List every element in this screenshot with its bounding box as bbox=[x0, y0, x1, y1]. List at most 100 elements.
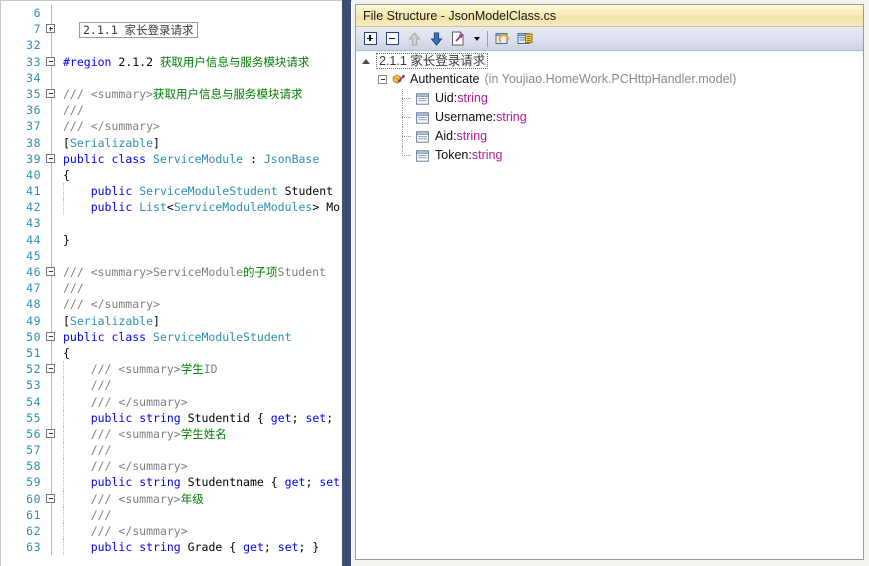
code-line[interactable]: 50 public class ServiceModuleStudent bbox=[1, 328, 352, 345]
minus-square-icon bbox=[385, 32, 399, 45]
code-line[interactable]: 51 { bbox=[1, 344, 352, 362]
code-text: /// <summary>年级 bbox=[90, 491, 204, 506]
tree-member-node[interactable]: Username: string bbox=[356, 108, 863, 127]
collapse-region-toggle[interactable] bbox=[46, 331, 55, 341]
glyph-margin-line bbox=[51, 215, 52, 232]
code-line[interactable]: 53 /// bbox=[1, 377, 352, 394]
glyph-margin-line bbox=[51, 393, 52, 410]
collapse-all-button[interactable] bbox=[382, 29, 402, 49]
tree-member-node[interactable]: Aid: string bbox=[356, 127, 863, 146]
tree-member-node[interactable]: Token: string bbox=[356, 146, 863, 165]
collapse-region-toggle[interactable] bbox=[46, 153, 55, 163]
code-line[interactable]: 48 /// </summary> bbox=[1, 296, 352, 313]
collapse-region-toggle[interactable] bbox=[46, 428, 55, 438]
code-line[interactable]: 58 /// </summary> bbox=[1, 458, 352, 475]
code-line[interactable]: 44} bbox=[1, 231, 352, 248]
properties-button[interactable] bbox=[515, 29, 535, 49]
code-text: public class ServiceModuleStudent bbox=[63, 329, 292, 344]
field-icon bbox=[416, 111, 429, 124]
code-editor-panel[interactable]: 6 7 2.1.1 家长登录请求 32 33 #region 2.1.2 获取用户信息与服… bbox=[0, 0, 352, 566]
code-line[interactable]: 43 bbox=[1, 215, 352, 232]
code-line[interactable]: 34 bbox=[1, 69, 352, 86]
code-line[interactable]: 32 bbox=[1, 37, 352, 54]
code-line[interactable]: 63 public string Grade { get; set; } bbox=[1, 539, 352, 556]
code-line[interactable]: 7 2.1.1 家长登录请求 bbox=[1, 21, 352, 39]
code-line[interactable]: 46 /// <summary>ServiceModule的子项Student bbox=[1, 264, 352, 281]
line-number: 46 bbox=[26, 265, 41, 279]
code-line[interactable]: 40 { bbox=[1, 166, 352, 184]
line-number: 44 bbox=[26, 232, 41, 247]
code-line[interactable]: 33 #region 2.1.2 获取用户信息与服务模块请求 bbox=[1, 53, 352, 70]
glyph-margin-line bbox=[51, 312, 52, 329]
code-line[interactable]: 57 /// bbox=[1, 442, 352, 459]
code-line[interactable]: 62 /// </summary> bbox=[1, 523, 352, 540]
move-up-button[interactable] bbox=[404, 29, 424, 49]
code-text: /// bbox=[63, 281, 91, 296]
code-line[interactable]: 45 bbox=[1, 247, 352, 264]
refresh-button[interactable] bbox=[493, 29, 513, 49]
code-text: /// bbox=[90, 443, 119, 458]
member-name: Username: bbox=[435, 110, 497, 124]
collapse-class-toggle[interactable] bbox=[378, 75, 387, 84]
code-line[interactable]: 61 /// bbox=[1, 506, 352, 523]
glyph-margin-line bbox=[51, 523, 52, 540]
editor-vertical-scrollbar[interactable] bbox=[342, 0, 351, 566]
glyph-margin-line bbox=[51, 458, 52, 475]
indent-guide bbox=[63, 199, 64, 216]
line-number: 51 bbox=[26, 345, 41, 360]
code-line[interactable]: 52 /// <summary>学生ID bbox=[1, 361, 352, 378]
collapse-region-toggle[interactable] bbox=[46, 493, 55, 503]
code-line[interactable]: 47 /// bbox=[1, 280, 352, 297]
chevron-up-icon[interactable] bbox=[362, 58, 370, 64]
code-line[interactable]: 49 [Serializable] bbox=[1, 312, 352, 329]
tree-member-node[interactable]: Uid: string bbox=[356, 89, 863, 108]
code-line[interactable]: 36 /// bbox=[1, 102, 352, 119]
toolbar-dropdown[interactable] bbox=[470, 29, 482, 49]
code-line[interactable]: 38 [Serializable] bbox=[1, 134, 352, 151]
tree-connector bbox=[402, 108, 416, 127]
tree-class-node[interactable]: Authenticate (in Youjiao.HomeWork.PCHttpH… bbox=[356, 70, 863, 89]
code-line[interactable]: 39 public class ServiceModule : JsonBase bbox=[1, 150, 352, 167]
code-line[interactable]: 55 public string Studentid { get; set; bbox=[1, 409, 352, 426]
move-down-button[interactable] bbox=[426, 29, 446, 49]
collapse-region-toggle[interactable] bbox=[46, 56, 55, 66]
expand-region-toggle[interactable] bbox=[46, 24, 55, 34]
tree-group-title: 2.1.1 家长登录请求 bbox=[376, 53, 489, 69]
chevron-down-icon bbox=[473, 36, 480, 41]
code-line[interactable]: 41 public ServiceModuleStudent Student bbox=[1, 183, 352, 200]
code-text: /// </summary> bbox=[90, 524, 188, 538]
glyph-margin-line bbox=[51, 506, 52, 523]
collapse-region-toggle[interactable] bbox=[46, 364, 55, 374]
page-arrow-icon bbox=[452, 31, 464, 46]
collapse-region-toggle[interactable] bbox=[46, 88, 55, 98]
line-number: 50 bbox=[26, 329, 41, 344]
file-structure-toolbar bbox=[356, 27, 863, 51]
expand-all-button[interactable] bbox=[360, 29, 380, 49]
collapse-region-toggle[interactable] bbox=[46, 267, 55, 276]
member-type: string bbox=[457, 91, 488, 105]
code-line[interactable]: 37 /// </summary> bbox=[1, 118, 352, 135]
tree-group-header[interactable]: 2.1.1 家长登录请求 bbox=[356, 52, 863, 70]
line-number: 57 bbox=[26, 443, 41, 458]
code-text: /// <summary>ServiceModule的子项Student bbox=[63, 265, 326, 279]
file-structure-title: File Structure - JsonModelClass.cs bbox=[356, 5, 863, 27]
member-name: Token: bbox=[435, 148, 472, 162]
open-file-button[interactable] bbox=[448, 29, 468, 49]
line-number: 38 bbox=[26, 135, 41, 150]
class-namespace: (in Youjiao.HomeWork.PCHttpHandler.model… bbox=[484, 72, 737, 86]
code-line[interactable]: 6 bbox=[1, 5, 352, 22]
code-text: [Serializable] bbox=[63, 135, 160, 150]
collapsed-region-label[interactable]: 2.1.1 家长登录请求 bbox=[79, 22, 198, 39]
code-line[interactable]: 56 /// <summary>学生姓名 bbox=[1, 425, 352, 443]
code-line[interactable]: 60 /// <summary>年级 bbox=[1, 490, 352, 507]
code-line[interactable]: 35 /// <summary>获取用户信息与服务模块请求 bbox=[1, 85, 352, 103]
file-structure-tree[interactable]: 2.1.1 家长登录请求 Authenticate (in Youjiao.Home… bbox=[356, 52, 863, 559]
arrow-up-icon bbox=[407, 31, 421, 45]
code-line[interactable]: 59 public string Studentname { get; set bbox=[1, 474, 352, 491]
indent-guide bbox=[63, 506, 64, 523]
code-line[interactable]: 54 /// </summary> bbox=[1, 393, 352, 410]
code-line[interactable]: 42 public List<ServiceModuleModules> Mo bbox=[1, 199, 352, 216]
glyph-margin-line bbox=[51, 199, 52, 216]
line-number: 58 bbox=[26, 459, 41, 474]
member-name: Aid: bbox=[435, 129, 457, 143]
